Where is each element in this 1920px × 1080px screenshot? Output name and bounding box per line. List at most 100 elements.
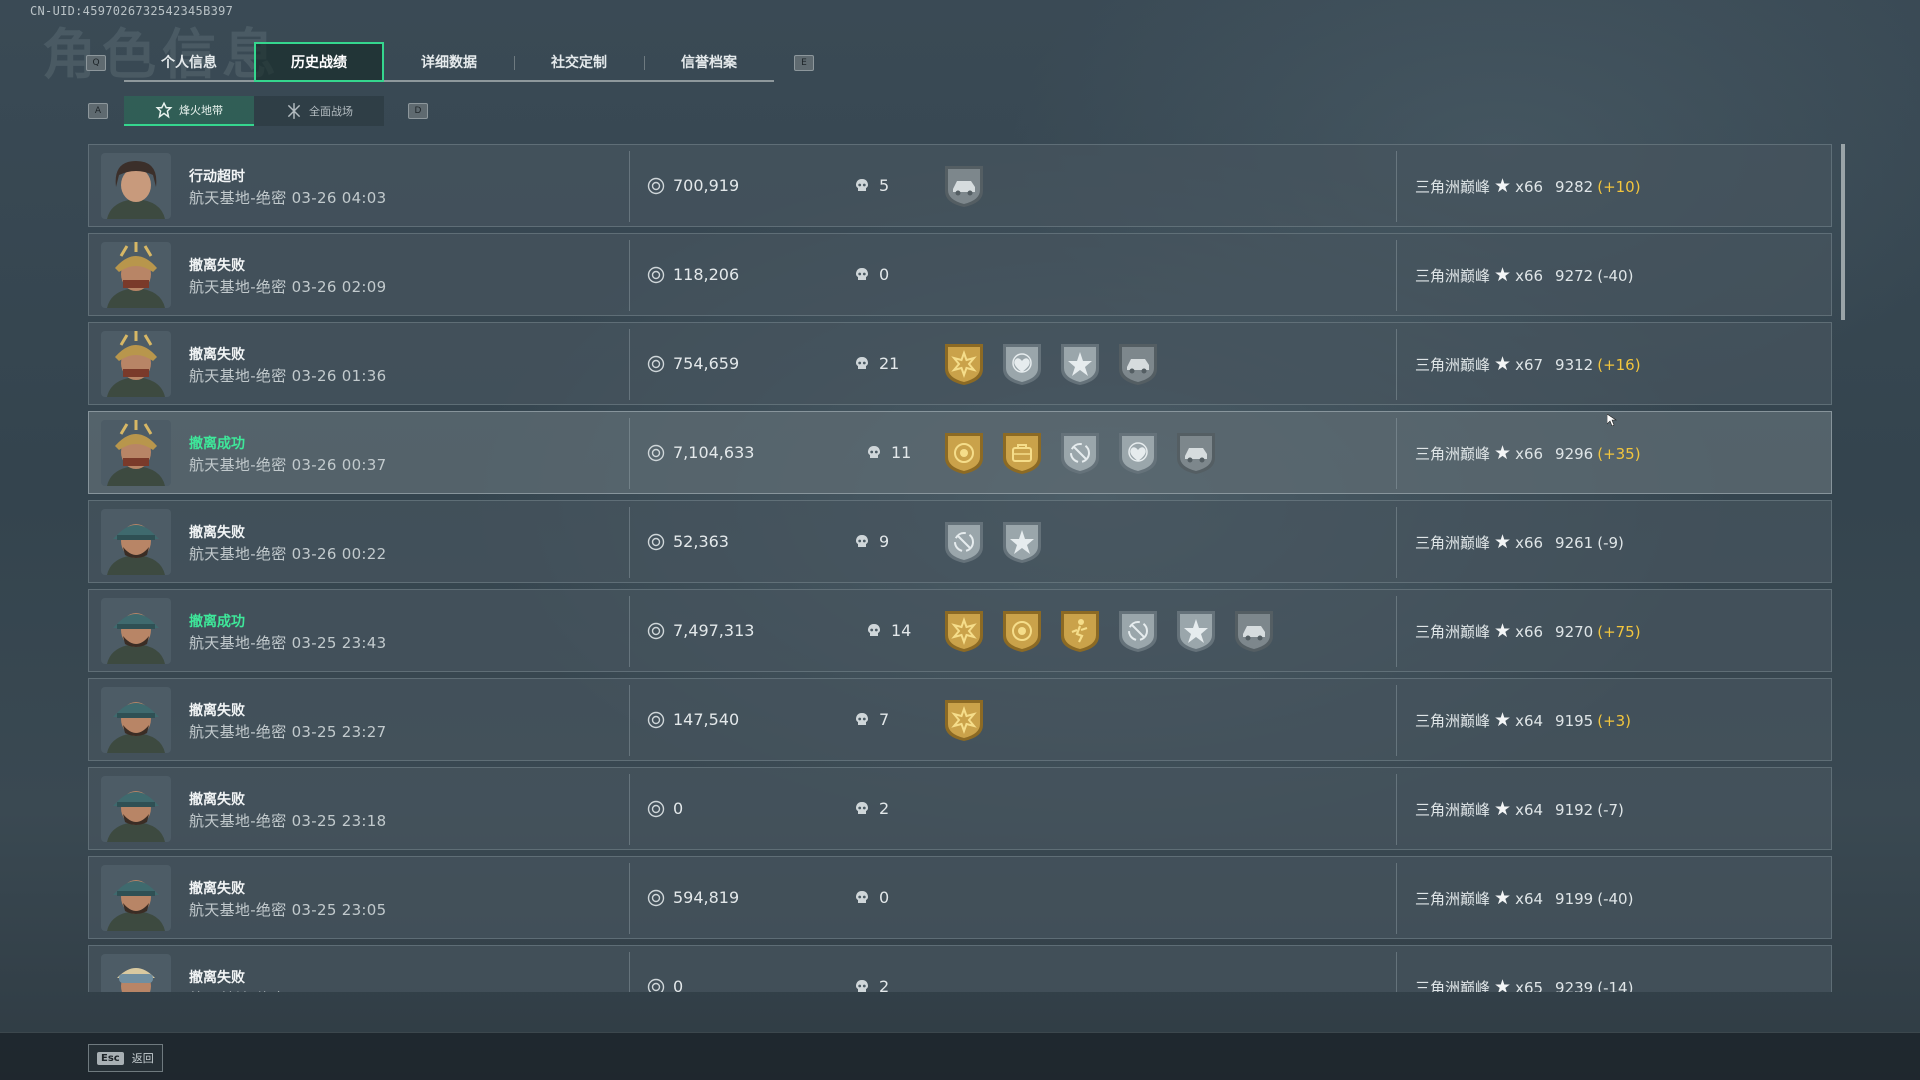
match-row[interactable]: 撤离失败 航天基地-绝密 03-25 23:18 0 2 三角洲巅峰 ★ x64… — [88, 767, 1832, 850]
silver-star-badge-icon[interactable] — [1173, 608, 1219, 654]
gold-burst-badge-icon[interactable] — [941, 608, 987, 654]
silver-heart-badge-icon[interactable] — [1115, 430, 1161, 476]
money-icon — [647, 889, 665, 906]
match-row[interactable]: 撤离成功 航天基地-绝密 03-26 00:37 7,104,633 11 三角… — [88, 411, 1832, 494]
match-row[interactable]: 撤离失败 航天基地-绝密 03-26 01:36 754,659 21 三角洲巅… — [88, 322, 1832, 405]
kills-icon — [856, 712, 868, 725]
mode-tabs: 烽火地带 全面战场 — [124, 96, 384, 126]
back-button-label: 返回 — [131, 1052, 154, 1065]
grey-vehicle-badge-icon[interactable] — [1231, 608, 1277, 654]
match-map-time: 航天基地-绝密 03-26 04:03 — [189, 189, 387, 207]
match-row[interactable]: 撤离失败 航天基地-绝密 03-26 02:09 118,206 0 三角洲巅峰… — [88, 233, 1832, 316]
silver-cycle-badge-icon[interactable] — [941, 519, 987, 565]
row-divider — [1396, 151, 1397, 222]
rank-stars: x66 — [1515, 266, 1544, 285]
star-icon: ★ — [1494, 442, 1512, 464]
list-scrollbar[interactable] — [1841, 144, 1845, 320]
row-divider — [629, 151, 630, 222]
rank-score: 9195 — [1555, 711, 1594, 730]
match-row[interactable]: 撤离成功 航天基地-绝密 03-25 23:43 7,497,313 14 三角… — [88, 589, 1832, 672]
kills-icon — [856, 534, 868, 547]
match-row[interactable]: 撤离失败 航天基地-绝密 03-25 23:27 147,540 7 三角洲巅峰… — [88, 678, 1832, 761]
kills-icon — [856, 178, 868, 191]
match-history-list[interactable]: 行动超时 航天基地-绝密 03-26 04:03 700,919 5 三角洲巅峰… — [88, 144, 1832, 992]
rank-stars: x67 — [1515, 355, 1544, 374]
silver-star-badge-icon[interactable] — [999, 519, 1045, 565]
match-kills: 11 — [865, 443, 911, 462]
prev-tab-key-hint[interactable]: Q — [86, 55, 106, 71]
silver-cycle-badge-icon[interactable] — [1115, 608, 1161, 654]
match-money: 147,540 — [647, 710, 739, 729]
tab-reputation[interactable]: 信誉档案 — [644, 44, 774, 80]
match-row[interactable]: 撤离失败 航天基地-绝密 03-25 23:00 0 2 三角洲巅峰 ★ x65… — [88, 945, 1832, 992]
operator-avatar — [101, 153, 171, 219]
operator-avatar — [101, 509, 171, 575]
match-rank: 三角洲巅峰 ★ x66 9272 (-40) — [1415, 265, 1633, 286]
gold-target-badge-icon[interactable] — [999, 608, 1045, 654]
match-money: 700,919 — [647, 176, 739, 195]
match-kills: 5 — [853, 176, 889, 195]
prev-mode-key-hint[interactable]: A — [88, 103, 108, 119]
silver-heart-badge-icon[interactable] — [999, 341, 1045, 387]
kills-icon — [868, 623, 880, 636]
rank-tier: 三角洲巅峰 — [1415, 801, 1491, 819]
back-button[interactable]: Esc 返回 — [88, 1044, 163, 1072]
money-value: 0 — [673, 977, 684, 992]
rank-tier: 三角洲巅峰 — [1415, 712, 1491, 730]
tab-match-history[interactable]: 历史战绩 — [254, 42, 384, 82]
star-icon: ★ — [1494, 264, 1512, 286]
silver-cycle-badge-icon[interactable] — [1057, 430, 1103, 476]
row-divider — [1396, 863, 1397, 934]
top-tabs: 个人信息 历史战绩 详细数据 社交定制 信誉档案 — [124, 42, 774, 82]
rank-score: 9312 — [1555, 355, 1594, 374]
match-badges — [941, 519, 1045, 565]
row-divider — [629, 952, 630, 992]
match-result: 撤离失败 — [189, 881, 245, 897]
money-icon — [647, 711, 665, 728]
gold-burst-badge-icon[interactable] — [941, 697, 987, 743]
gold-target-badge-icon[interactable] — [941, 430, 987, 476]
gold-runner-badge-icon[interactable] — [1057, 608, 1103, 654]
silver-star-badge-icon[interactable] — [1057, 341, 1103, 387]
rank-score: 9296 — [1555, 444, 1594, 463]
match-row[interactable]: 行动超时 航天基地-绝密 03-26 04:03 700,919 5 三角洲巅峰… — [88, 144, 1832, 227]
top-tab-bar: Q 个人信息 历史战绩 详细数据 社交定制 信誉档案 E — [86, 42, 814, 82]
next-tab-key-hint[interactable]: E — [794, 55, 814, 71]
next-mode-key-hint[interactable]: D — [408, 103, 428, 119]
money-icon — [647, 800, 665, 817]
rank-tier: 三角洲巅峰 — [1415, 979, 1491, 992]
tab-personal-info[interactable]: 个人信息 — [124, 44, 254, 80]
match-rank: 三角洲巅峰 ★ x64 9199 (-40) — [1415, 888, 1633, 909]
match-map-time: 航天基地-绝密 03-25 23:00 — [189, 988, 386, 992]
kills-value: 14 — [891, 621, 912, 640]
operator-avatar — [101, 776, 171, 842]
grey-vehicle-badge-icon[interactable] — [1173, 430, 1219, 476]
rank-tier: 三角洲巅峰 — [1415, 445, 1491, 463]
kills-icon — [856, 801, 868, 814]
mode-tab-fire-zone[interactable]: 烽火地带 — [124, 96, 254, 126]
fire-zone-icon — [155, 101, 173, 119]
gold-bag-badge-icon[interactable] — [999, 430, 1045, 476]
mode-tab-battlefield[interactable]: 全面战场 — [254, 96, 384, 126]
row-divider — [1396, 507, 1397, 578]
star-icon: ★ — [1494, 175, 1512, 197]
tab-detailed-data[interactable]: 详细数据 — [384, 44, 514, 80]
rank-tier: 三角洲巅峰 — [1415, 356, 1491, 374]
operator-avatar — [101, 865, 171, 931]
match-map-time: 航天基地-绝密 03-26 01:36 — [189, 367, 387, 385]
grey-vehicle-badge-icon[interactable] — [941, 163, 987, 209]
match-map-time: 航天基地-绝密 03-26 02:09 — [189, 278, 387, 296]
match-row[interactable]: 撤离失败 航天基地-绝密 03-26 00:22 52,363 9 三角洲巅峰 … — [88, 500, 1832, 583]
star-icon: ★ — [1494, 976, 1512, 993]
match-map-time: 航天基地-绝密 03-26 00:22 — [189, 545, 387, 563]
grey-vehicle-badge-icon[interactable] — [1115, 341, 1161, 387]
rank-delta: (-40) — [1597, 889, 1634, 908]
match-rank: 三角洲巅峰 ★ x64 9195 (+3) — [1415, 710, 1631, 731]
match-badges — [941, 608, 1277, 654]
operator-avatar — [101, 331, 171, 397]
gold-burst-badge-icon[interactable] — [941, 341, 987, 387]
money-value: 0 — [673, 799, 684, 818]
row-divider — [629, 596, 630, 667]
match-row[interactable]: 撤离失败 航天基地-绝密 03-25 23:05 594,819 0 三角洲巅峰… — [88, 856, 1832, 939]
tab-social-custom[interactable]: 社交定制 — [514, 44, 644, 80]
